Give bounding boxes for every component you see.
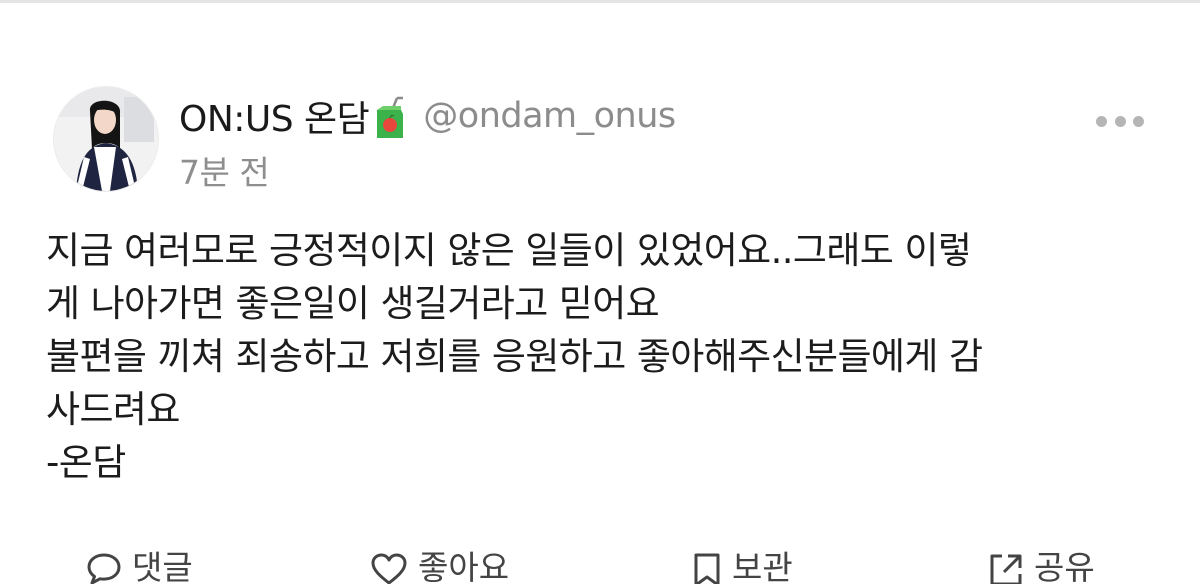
share-icon bbox=[990, 554, 1022, 584]
display-name[interactable]: ON:US 온담 bbox=[179, 90, 370, 142]
like-label: 좋아요 bbox=[418, 548, 510, 584]
avatar-photo bbox=[54, 87, 158, 191]
post-line: 불편을 끼쳐 죄송하고 저희를 응원하고 좋아해주신분들에게 감 bbox=[46, 335, 983, 378]
action-bar: 댓글 좋아요 보관 공유 bbox=[0, 540, 1200, 584]
heart-icon bbox=[371, 553, 407, 584]
comment-icon bbox=[87, 553, 121, 584]
like-button[interactable]: 좋아요 bbox=[370, 548, 509, 584]
more-dot bbox=[1096, 115, 1107, 127]
comment-label: 댓글 bbox=[132, 548, 193, 584]
more-dot bbox=[1114, 115, 1126, 127]
share-button[interactable]: 공유 bbox=[988, 548, 1095, 584]
post-timestamp: 7분 전 bbox=[179, 153, 270, 192]
post-line: 사드려요 bbox=[46, 388, 180, 431]
save-label: 보관 bbox=[732, 548, 793, 584]
post-header: ON:US 온담 @ondam_onus bbox=[179, 92, 676, 140]
juice-box-icon bbox=[373, 96, 407, 140]
share-label: 공유 bbox=[1034, 548, 1095, 584]
bookmark-icon bbox=[694, 553, 720, 584]
post-body: 지금 여러모로 긍정적이지 않은 일들이 있었어요..그래도 이렇 게 나아가면… bbox=[46, 224, 1156, 489]
top-divider bbox=[0, 0, 1200, 3]
avatar[interactable] bbox=[53, 86, 159, 192]
save-button[interactable]: 보관 bbox=[692, 548, 793, 584]
more-dot bbox=[1133, 115, 1144, 127]
post-line: 지금 여러모로 긍정적이지 않은 일들이 있었어요..그래도 이렇 bbox=[46, 229, 972, 272]
post-line: -온담 bbox=[46, 441, 126, 484]
comment-button[interactable]: 댓글 bbox=[86, 548, 193, 584]
user-handle[interactable]: @ondam_onus bbox=[423, 96, 676, 136]
post-line: 게 나아가면 좋은일이 생길거라고 믿어요 bbox=[46, 282, 660, 325]
more-options-button[interactable] bbox=[1096, 108, 1144, 134]
